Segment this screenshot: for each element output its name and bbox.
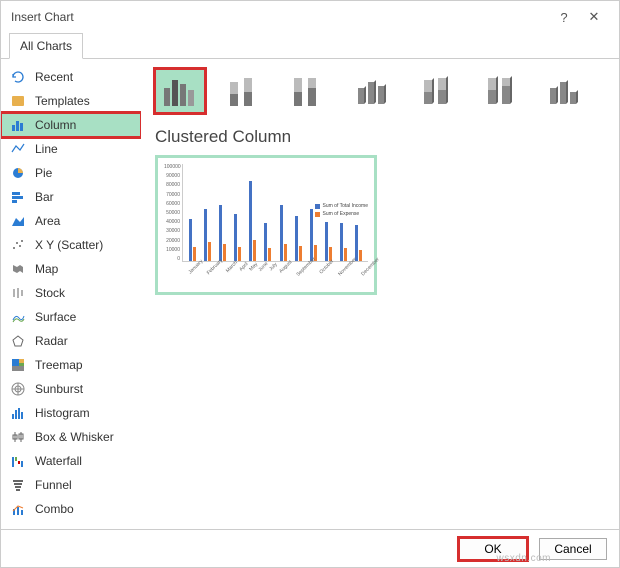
chart-preview[interactable]: 0100002000030000400005000060000700008000… (155, 155, 377, 295)
sidebar-item-pie[interactable]: Pie (1, 161, 141, 185)
ok-button[interactable]: OK (459, 538, 527, 560)
surface-icon (9, 310, 27, 324)
sidebar-item-label: Surface (35, 310, 76, 324)
sidebar-item-label: Templates (35, 94, 90, 108)
close-button[interactable]: ✕ (579, 7, 609, 27)
sidebar-item-combo[interactable]: Combo (1, 497, 141, 519)
sidebar-item-label: Box & Whisker (35, 430, 114, 444)
sidebar-item-label: Sunburst (35, 382, 83, 396)
subtype-100-stacked-column[interactable] (283, 69, 333, 113)
sidebar-item-label: Funnel (35, 478, 72, 492)
sidebar-item-label: Map (35, 262, 58, 276)
sidebar-item-map[interactable]: Map (1, 257, 141, 281)
chart-legend: Sum of Total IncomeSum of Expense (315, 203, 369, 219)
x-axis-labels: JanuaryFebruaryMarchAprilMayJuneJulyAugu… (182, 262, 368, 272)
sidebar-item-label: Histogram (35, 406, 90, 420)
map-icon (9, 262, 27, 276)
titlebar: Insert Chart ? ✕ (1, 1, 619, 33)
waterfall-icon (9, 454, 27, 468)
subtype-3d-100-stacked-column[interactable] (475, 69, 525, 113)
sidebar-item-line[interactable]: Line (1, 137, 141, 161)
pie-icon (9, 166, 27, 180)
sidebar-item-templates[interactable]: Templates (1, 89, 141, 113)
recent-icon (9, 70, 27, 84)
sidebar-item-label: Recent (35, 70, 73, 84)
sidebar-item-boxwhisker[interactable]: Box & Whisker (1, 425, 141, 449)
sidebar-item-label: Line (35, 142, 58, 156)
subtype-row (155, 69, 605, 113)
preview-title: Clustered Column (155, 127, 605, 147)
sidebar-item-area[interactable]: Area (1, 209, 141, 233)
area-icon (9, 214, 27, 228)
sidebar-item-label: Treemap (35, 358, 83, 372)
sidebar-item-surface[interactable]: Surface (1, 305, 141, 329)
sidebar-item-radar[interactable]: Radar (1, 329, 141, 353)
sidebar-item-label: Pie (35, 166, 52, 180)
sidebar-item-label: Bar (35, 190, 54, 204)
subtype-stacked-column[interactable] (219, 69, 269, 113)
subtype-3d-column[interactable] (539, 69, 589, 113)
sidebar-item-column[interactable]: Column (1, 113, 141, 137)
line-icon (9, 142, 27, 156)
cancel-button[interactable]: Cancel (539, 538, 607, 560)
sidebar-item-label: Waterfall (35, 454, 82, 468)
sidebar-item-label: Radar (35, 334, 68, 348)
radar-icon (9, 334, 27, 348)
boxwhisker-icon (9, 430, 27, 444)
sidebar-item-histogram[interactable]: Histogram (1, 401, 141, 425)
y-axis: 0100002000030000400005000060000700008000… (164, 164, 182, 262)
treemap-icon (9, 358, 27, 372)
sidebar-item-sunburst[interactable]: Sunburst (1, 377, 141, 401)
sidebar-item-recent[interactable]: Recent (1, 65, 141, 89)
sidebar-item-label: X Y (Scatter) (35, 238, 103, 252)
dialog-title: Insert Chart (11, 10, 549, 24)
bar-icon (9, 190, 27, 204)
sidebar-item-waterfall[interactable]: Waterfall (1, 449, 141, 473)
xy-icon (9, 238, 27, 252)
sidebar-item-xy[interactable]: X Y (Scatter) (1, 233, 141, 257)
histogram-icon (9, 406, 27, 420)
sidebar-item-label: Column (35, 118, 76, 132)
content: Recent Templates Column Line Pie Bar Area X Y (… (1, 59, 619, 519)
sidebar-item-label: Area (35, 214, 60, 228)
sunburst-icon (9, 382, 27, 396)
tab-all-charts[interactable]: All Charts (9, 33, 83, 59)
sidebar-item-treemap[interactable]: Treemap (1, 353, 141, 377)
main-panel: Clustered Column 01000020000300004000050… (141, 59, 619, 519)
footer: OK Cancel (1, 529, 619, 567)
subtype-clustered-column[interactable] (155, 69, 205, 113)
sidebar: Recent Templates Column Line Pie Bar Area X Y (… (1, 59, 141, 519)
stock-icon (9, 286, 27, 300)
subtype-3d-stacked-column[interactable] (411, 69, 461, 113)
templates-icon (9, 94, 27, 108)
tab-strip: All Charts (1, 33, 619, 59)
funnel-icon (9, 478, 27, 492)
sidebar-item-stock[interactable]: Stock (1, 281, 141, 305)
sidebar-item-funnel[interactable]: Funnel (1, 473, 141, 497)
help-button[interactable]: ? (549, 7, 579, 27)
sidebar-item-label: Combo (35, 502, 74, 516)
sidebar-item-bar[interactable]: Bar (1, 185, 141, 209)
column-icon (9, 118, 27, 132)
combo-icon (9, 502, 27, 516)
sidebar-item-label: Stock (35, 286, 65, 300)
subtype-3d-clustered-column[interactable] (347, 69, 397, 113)
